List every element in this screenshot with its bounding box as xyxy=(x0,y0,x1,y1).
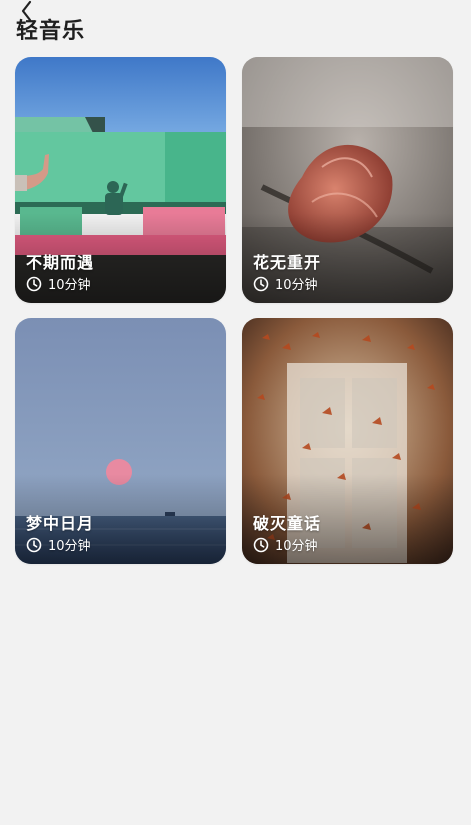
clock-icon xyxy=(26,276,42,291)
music-card-4[interactable]: 破灭童话 10分钟 xyxy=(242,318,453,564)
duration-text: 10分钟 xyxy=(48,539,91,554)
music-card-2[interactable]: 花无重开 10分钟 xyxy=(242,57,453,303)
card-title: 梦中日月 xyxy=(26,514,95,533)
card-title: 不期而遇 xyxy=(26,253,95,272)
card-duration: 10分钟 xyxy=(26,274,91,293)
header: 轻音乐 xyxy=(0,0,471,50)
music-card-3[interactable]: 梦中日月 10分钟 xyxy=(15,318,226,564)
clock-icon xyxy=(253,276,269,291)
duration-text: 10分钟 xyxy=(48,278,91,293)
card-title: 破灭童话 xyxy=(253,514,322,533)
duration-text: 10分钟 xyxy=(275,278,318,293)
clock-icon xyxy=(253,537,269,552)
card-title: 花无重开 xyxy=(253,253,322,272)
card-duration: 10分钟 xyxy=(253,274,318,293)
page-title: 轻音乐 xyxy=(16,19,86,44)
card-duration: 10分钟 xyxy=(253,535,318,554)
clock-icon xyxy=(26,537,42,552)
music-card-1[interactable]: 不期而遇 10分钟 xyxy=(15,57,226,303)
duration-text: 10分钟 xyxy=(275,539,318,554)
card-duration: 10分钟 xyxy=(26,535,91,554)
